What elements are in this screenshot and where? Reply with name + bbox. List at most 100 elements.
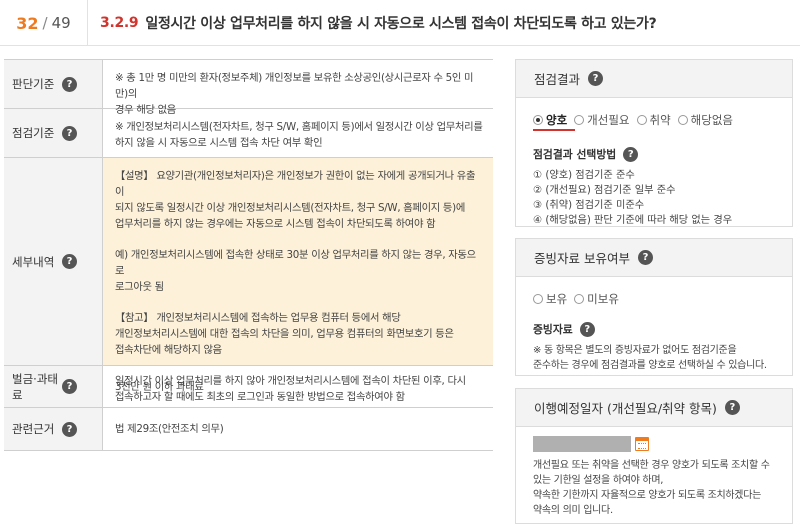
value-line: 개인정보처리시스템에 대한 접속의 차단을 의미, 업무용 컴퓨터의 화면보호기…: [115, 328, 454, 340]
row-value: 【설명】 요양기관(개인정보처리자)은 개인정보가 권한이 없는 자에게 공개되…: [103, 158, 493, 403]
schedule-panel: 이행예정일자 (개선필요/취약 항목) ? 개선필요 또는 취약을 선택한 경우…: [515, 388, 793, 524]
help-icon[interactable]: ?: [623, 146, 639, 162]
radio-weak[interactable]: 취약: [636, 112, 671, 128]
row-details: 세부내역 ? 【설명】 요양기관(개인정보처리자)은 개인정보가 권한이 없는 …: [4, 158, 493, 403]
note-line: 약속의 의미 입니다.: [533, 505, 613, 516]
row-label-text: 세부내역: [12, 254, 55, 269]
radio-label: 양호: [546, 113, 568, 127]
note-line: 개선필요 또는 취약을 선택한 경우 양호가 되도록 조치할 수: [533, 460, 770, 471]
schedule-panel-title: 이행예정일자 (개선필요/취약 항목): [534, 401, 717, 416]
method-list: ① (양호) 점검기준 준수 ② (개선필요) 점검기준 일부 준수 ③ (취약…: [533, 168, 780, 228]
row-label: 관련근거 ?: [4, 408, 103, 450]
value-line: 【설명】 요양기관(개인정보처리자)은 개인정보가 권한이 없는 자에게 공개되…: [115, 170, 476, 198]
help-icon[interactable]: ?: [579, 321, 595, 337]
radio-dot[interactable]: [636, 115, 647, 125]
evidence-panel: 증빙자료 보유여부 ? 보유 미보유 증빙자료 ? ※ 동 항목은 별도의 증빙…: [515, 238, 793, 376]
criteria-table: 판단기준 ? ※ 총 1만 명 미만의 환자(정보주체) 개인정보를 보유한 소…: [4, 59, 493, 451]
due-date-input[interactable]: [533, 436, 631, 452]
question-title: 3.2.9 일정시간 이상 업무처리를 하지 않을 시 자동으로 시스템 접속이…: [100, 0, 657, 46]
radio-has-evidence[interactable]: 보유: [533, 291, 567, 307]
evidence-panel-title: 증빙자료 보유여부: [534, 251, 630, 266]
result-panel-header: 점검결과 ?: [516, 60, 792, 98]
method-item: ③ (취약) 점검기준 미준수: [533, 200, 645, 211]
result-panel-title: 점검결과: [534, 72, 581, 87]
value-line: ※ 개인정보처리시스템(전자차트, 청구 S/W, 홈페이지 등)에서 일정시간…: [115, 121, 483, 133]
row-judgement: 판단기준 ? ※ 총 1만 명 미만의 환자(정보주체) 개인정보를 보유한 소…: [4, 60, 493, 116]
question-text: 일정시간 이상 업무처리를 하지 않을 시 자동으로 시스템 접속이 차단되도록…: [145, 16, 657, 32]
row-label: 판단기준 ?: [4, 60, 103, 108]
row-legal-basis: 관련근거 ? 법 제29조(안전조치 의무): [4, 408, 493, 451]
row-value: 법 제29조(안전조치 의무): [103, 408, 493, 450]
value-line: 되지 않도록 일정시간 이상 개인정보처리시스템(전자차트, 청구 S/W, 홈…: [115, 202, 465, 214]
radio-not-applicable[interactable]: 해당없음: [677, 112, 733, 128]
note-line: ※ 동 항목은 별도의 증빙자료가 없어도 점검기준을: [533, 345, 737, 356]
result-panel-body: 양호 개선필요 취약 해당없음 점검결과 선택방법 ? ① (양호) 점검기준 …: [516, 98, 792, 238]
help-icon[interactable]: ?: [62, 76, 77, 92]
help-icon[interactable]: ?: [62, 379, 77, 394]
radio-dot[interactable]: [574, 294, 585, 304]
row-label-text: 판단기준: [12, 77, 55, 91]
help-icon[interactable]: ?: [637, 250, 653, 265]
current-question-number: 32: [16, 13, 39, 33]
value-line: 하지 않을 시 자동으로 시스템 접속 차단 여부 확인: [115, 137, 323, 149]
value-line: 예) 개인정보처리시스템에 접속한 상태로 30분 이상 업무처리를 하지 않는…: [115, 249, 476, 277]
question-header: 32 / 49 3.2.9 일정시간 이상 업무처리를 하지 않을 시 자동으로…: [0, 0, 800, 46]
result-panel: 점검결과 ? 양호 개선필요 취약 해당없음 점검결과 선택방법 ? ① (양호…: [515, 59, 793, 227]
value-line: 법 제29조(안전조치 의무): [115, 423, 224, 435]
evidence-panel-body: 보유 미보유 증빙자료 ? ※ 동 항목은 별도의 증빙자료가 없어도 점검기준…: [516, 277, 792, 383]
radio-needs-improvement[interactable]: 개선필요: [574, 112, 630, 128]
value-line: 3천만 원 이하 과태료: [115, 380, 204, 393]
detail-paragraph: 【설명】 요양기관(개인정보처리자)은 개인정보가 권한이 없는 자에게 공개되…: [115, 168, 483, 232]
question-pager: 32 / 49: [0, 0, 88, 46]
radio-label: 미보유: [587, 292, 619, 306]
help-icon[interactable]: ?: [62, 125, 77, 141]
row-label: 세부내역 ?: [4, 158, 103, 365]
value-line: 업무처리를 하지 않는 경우에는 자동으로 시스템 접속이 차단되도록 하여야 …: [115, 218, 436, 230]
method-item: ② (개선필요) 점검기준 일부 준수: [533, 185, 676, 196]
selected-underline: [533, 129, 575, 131]
row-label: 벌금·과태료 ?: [4, 366, 103, 407]
radio-dot[interactable]: [677, 115, 688, 125]
row-label-text: 관련근거: [12, 422, 55, 436]
radio-label: 개선필요: [587, 113, 630, 127]
radio-label: 해당없음: [690, 113, 733, 127]
help-icon[interactable]: ?: [588, 71, 604, 86]
method-item: ① (양호) 점검기준 준수: [533, 170, 635, 181]
help-icon[interactable]: ?: [724, 400, 740, 415]
question-code: 3.2.9: [100, 15, 139, 31]
pager-separator: /: [42, 14, 48, 32]
radio-good[interactable]: 양호: [533, 112, 567, 128]
schedule-panel-body: 개선필요 또는 취약을 선택한 경우 양호가 되도록 조치할 수 있는 기한일 …: [516, 427, 792, 528]
radio-dot[interactable]: [533, 115, 543, 125]
note-line: 있는 기한일 설정을 하여야 하며,: [533, 475, 664, 486]
evidence-sub-title: 증빙자료: [533, 323, 573, 336]
method-subheader: 점검결과 선택방법 ?: [533, 146, 780, 162]
radio-label: 보유: [546, 292, 568, 306]
value-line: 로그아웃 됨: [115, 281, 164, 293]
calendar-icon[interactable]: [635, 437, 649, 451]
evidence-radio-group: 보유 미보유: [533, 289, 780, 309]
help-icon[interactable]: ?: [62, 254, 77, 269]
value-line: 접속차단에 해당하지 않음: [115, 344, 222, 356]
radio-dot[interactable]: [533, 294, 543, 304]
note-line: 준수하는 경우에 점검결과를 양호로 선택하실 수 있습니다.: [533, 360, 767, 371]
radio-no-evidence[interactable]: 미보유: [574, 291, 619, 307]
radio-dot[interactable]: [574, 115, 585, 125]
total-question-count: 49: [51, 14, 71, 32]
detail-paragraph: 예) 개인정보처리시스템에 접속한 상태로 30분 이상 업무처리를 하지 않는…: [115, 247, 483, 295]
schedule-note: 개선필요 또는 취약을 선택한 경우 양호가 되도록 조치할 수 있는 기한일 …: [533, 458, 780, 518]
date-picker: [533, 436, 780, 452]
row-value: 3천만 원 이하 과태료: [103, 366, 493, 407]
evidence-note: ※ 동 항목은 별도의 증빙자료가 없어도 점검기준을 준수하는 경우에 점검결…: [533, 343, 780, 373]
method-title: 점검결과 선택방법: [533, 148, 617, 161]
radio-label: 취약: [649, 113, 671, 127]
result-radio-group: 양호 개선필요 취약 해당없음: [533, 110, 780, 131]
detail-paragraph: 【참고】 개인정보처리시스템에 접속하는 업무용 컴퓨터 등에서 해당 개인정보…: [115, 310, 483, 358]
row-penalty: 벌금·과태료 ? 3천만 원 이하 과태료: [4, 366, 493, 408]
note-line: 약속한 기한까지 자율적으로 양호가 되도록 조치하겠다는: [533, 490, 761, 501]
row-label-text: 벌금·과태료: [12, 371, 58, 402]
help-icon[interactable]: ?: [62, 421, 77, 437]
row-value: ※ 총 1만 명 미만의 환자(정보주체) 개인정보를 보유한 소상공인(상시근…: [103, 60, 493, 116]
row-check-criteria: 점검기준 ? ※ 개인정보처리시스템(전자차트, 청구 S/W, 홈페이지 등)…: [4, 109, 493, 158]
value-line: ※ 총 1만 명 미만의 환자(정보주체) 개인정보를 보유한 소상공인(상시근…: [115, 72, 474, 100]
